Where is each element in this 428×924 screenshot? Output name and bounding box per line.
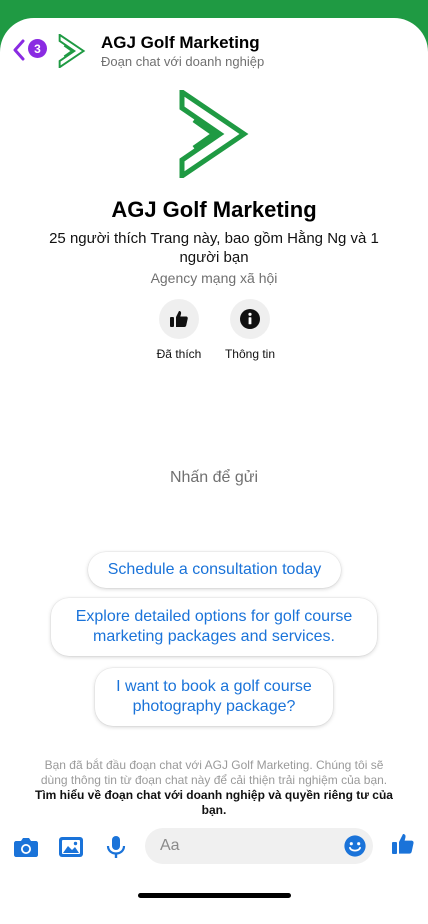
emoji-icon[interactable]: [342, 834, 368, 858]
privacy-notice: Bạn đã bắt đầu đoạn chat với AGJ Golf Ma…: [30, 758, 398, 818]
info-icon: [240, 309, 260, 329]
liked-circle: [159, 299, 199, 339]
top-bar: 3 AGJ Golf Marketing Đoạn chat với doanh…: [0, 18, 428, 80]
page-logo: [179, 90, 249, 178]
privacy-notice-text: Bạn đã bắt đầu đoạn chat với AGJ Golf Ma…: [40, 758, 388, 787]
camera-icon[interactable]: [13, 835, 39, 859]
info-label: Thông tin: [224, 347, 276, 361]
page-category: Agency mạng xã hội: [150, 270, 278, 286]
unread-badge: 3: [28, 39, 47, 58]
page-name: AGJ Golf Marketing: [111, 197, 317, 222]
info-circle: [230, 299, 270, 339]
chevron-left-icon: [13, 39, 25, 61]
microphone-icon[interactable]: [103, 835, 129, 859]
message-input[interactable]: [145, 828, 373, 864]
messenger-screen: 3 AGJ Golf Marketing Đoạn chat với doanh…: [0, 18, 428, 924]
like-icon[interactable]: [390, 832, 416, 856]
chat-title[interactable]: AGJ Golf Marketing: [101, 33, 260, 53]
image-icon[interactable]: [58, 835, 84, 859]
back-button[interactable]: 3: [12, 38, 47, 62]
liked-label: Đã thích: [156, 347, 202, 361]
likes-summary: 25 người thích Trang này, bao gồm Hằng N…: [49, 230, 379, 266]
suggestion-button[interactable]: Schedule a consultation today: [88, 552, 341, 588]
home-indicator: [138, 893, 291, 898]
suggestion-button[interactable]: I want to book a golf course photography…: [95, 668, 333, 726]
thumbs-up-icon: [170, 311, 188, 327]
chat-subtitle: Đoạn chat với doanh nghiệp: [101, 54, 265, 69]
info-button[interactable]: Thông tin: [210, 299, 290, 361]
privacy-link[interactable]: Tìm hiểu về đoạn chat với doanh nghiệp v…: [35, 788, 393, 817]
suggestion-button[interactable]: Explore detailed options for golf course…: [51, 598, 377, 656]
logo-icon[interactable]: [57, 34, 87, 68]
tap-to-send[interactable]: Nhấn để gửi: [0, 469, 428, 487]
composer-bar: [0, 827, 428, 867]
liked-button[interactable]: Đã thích: [139, 299, 219, 361]
